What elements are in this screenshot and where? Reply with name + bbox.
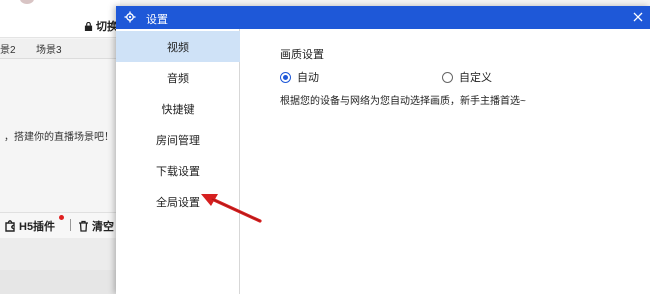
section-title: 画质设置 bbox=[280, 49, 324, 61]
empty-scene-hint: ，搭建你的直播场景吧！ bbox=[4, 132, 114, 143]
clear-button[interactable]: 清空 bbox=[78, 218, 114, 234]
nav-item-audio[interactable]: 音频 bbox=[116, 62, 240, 93]
radio-label: 自定义 bbox=[459, 72, 492, 84]
quality-description: 根据您的设备与网络为您自动选择画质，新手主播首选~ bbox=[280, 96, 526, 107]
toolbar-divider bbox=[70, 219, 71, 231]
nav-item-label: 房间管理 bbox=[156, 134, 200, 147]
settings-nav: 视频 音频 快捷键 房间管理 下载设置 全局设置 bbox=[116, 29, 240, 294]
nav-item-room-management[interactable]: 房间管理 bbox=[116, 124, 240, 155]
quality-auto-radio[interactable]: 自动 bbox=[280, 69, 319, 85]
nav-item-label: 快捷键 bbox=[161, 103, 195, 116]
h5-plugin-label: H5插件 bbox=[19, 221, 56, 233]
scene-tab-2[interactable]: 景2 bbox=[0, 41, 16, 56]
settings-dialog: 设置 视频 音频 快捷键 房间管理 下载设置 全局设置 画质设置 自动 自定义 … bbox=[116, 6, 650, 294]
quality-custom-radio[interactable]: 自定义 bbox=[442, 69, 492, 85]
nav-item-label: 视频 bbox=[167, 41, 189, 54]
close-icon[interactable] bbox=[630, 9, 646, 25]
dialog-titlebar[interactable]: 设置 bbox=[116, 6, 650, 29]
nav-item-label: 音频 bbox=[167, 72, 189, 85]
nav-item-download-settings[interactable]: 下载设置 bbox=[116, 155, 240, 186]
nav-item-label: 全局设置 bbox=[156, 196, 200, 209]
h5-plugin-button[interactable]: H5插件 bbox=[4, 215, 64, 234]
dialog-title: 设置 bbox=[146, 14, 168, 26]
avatar bbox=[20, 0, 34, 4]
lock-icon bbox=[84, 21, 93, 31]
switch-button[interactable]: 切换 bbox=[84, 18, 118, 34]
clear-label: 清空 bbox=[92, 221, 114, 233]
trash-icon bbox=[79, 220, 88, 232]
dialog-body: 视频 音频 快捷键 房间管理 下载设置 全局设置 画质设置 自动 自定义 根据您… bbox=[116, 29, 650, 294]
background-panel-lower bbox=[0, 270, 120, 294]
notification-dot bbox=[59, 215, 64, 220]
nav-item-shortcuts[interactable]: 快捷键 bbox=[116, 93, 240, 124]
radio-label: 自动 bbox=[297, 72, 319, 84]
scene-tabs: 景2 场景3 bbox=[0, 39, 120, 59]
background-topbar: 切换 bbox=[0, 0, 120, 38]
radio-unchecked-icon bbox=[442, 71, 453, 83]
video-settings-panel: 画质设置 自动 自定义 根据您的设备与网络为您自动选择画质，新手主播首选~ bbox=[240, 29, 650, 294]
scene-tab-3[interactable]: 场景3 bbox=[36, 41, 62, 56]
switch-label: 切换 bbox=[96, 21, 118, 33]
nav-item-label: 下载设置 bbox=[156, 165, 200, 178]
nav-item-video[interactable]: 视频 bbox=[116, 31, 240, 62]
gear-icon bbox=[124, 11, 136, 23]
background-panel bbox=[0, 238, 120, 270]
annotation-arrow-icon bbox=[201, 194, 262, 223]
radio-checked-icon bbox=[280, 71, 291, 83]
puzzle-icon bbox=[5, 220, 15, 232]
